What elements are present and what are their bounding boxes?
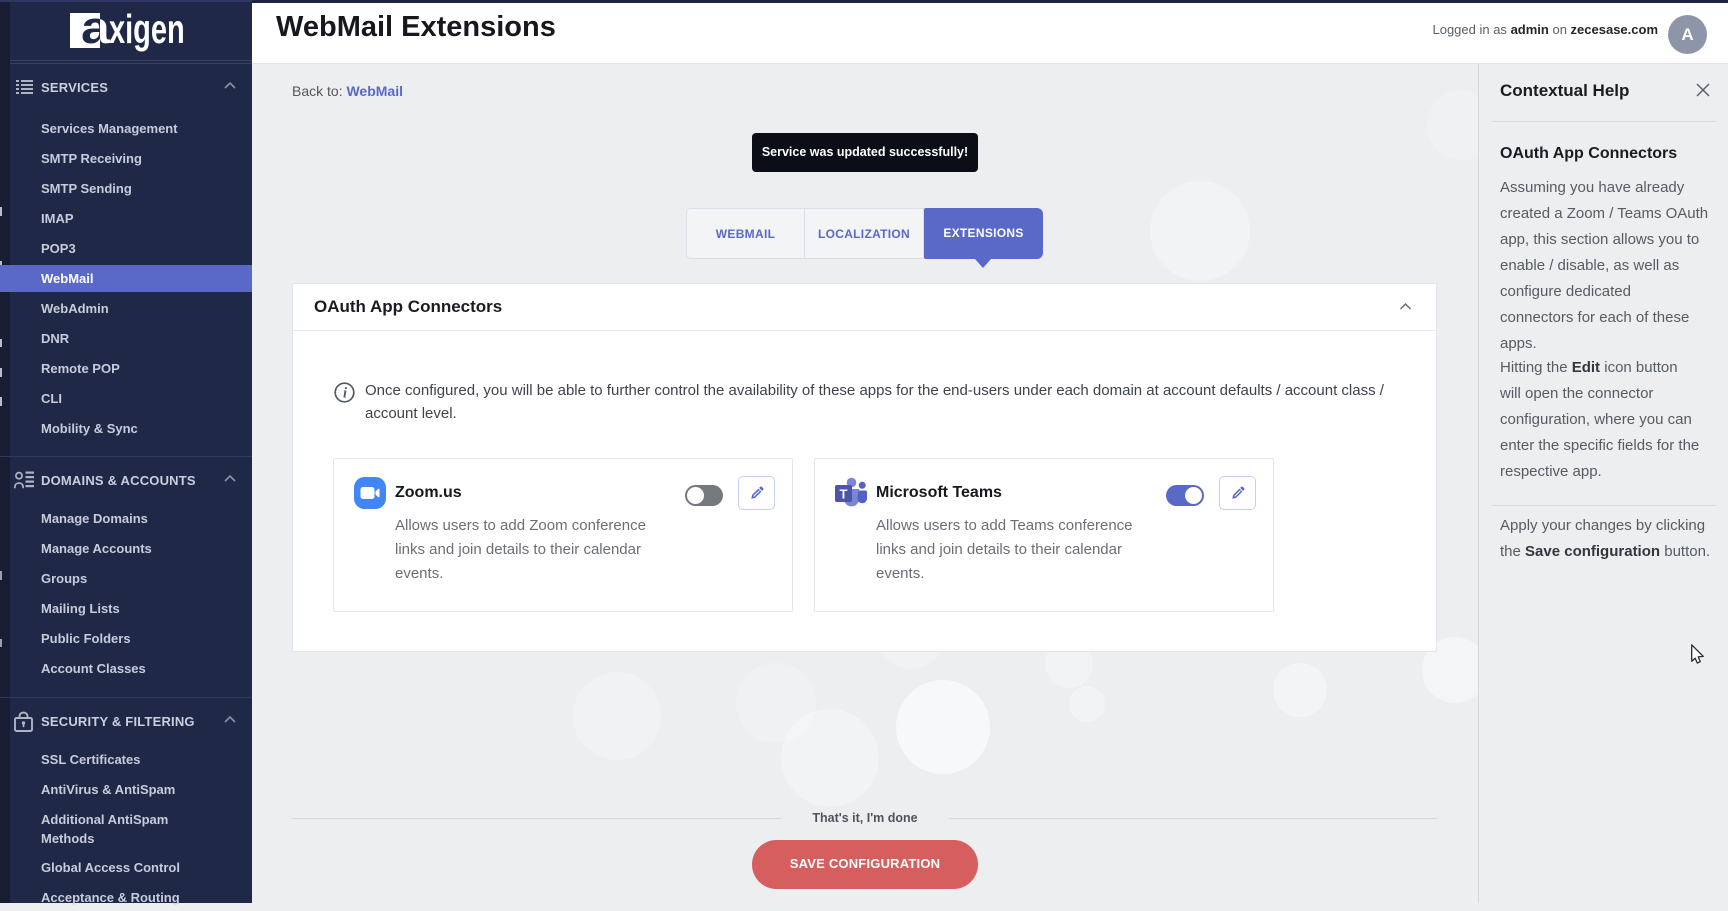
svg-text:i: i bbox=[343, 385, 347, 401]
svg-text:T: T bbox=[840, 486, 848, 501]
svg-text:xigen: xigen bbox=[109, 6, 185, 52]
